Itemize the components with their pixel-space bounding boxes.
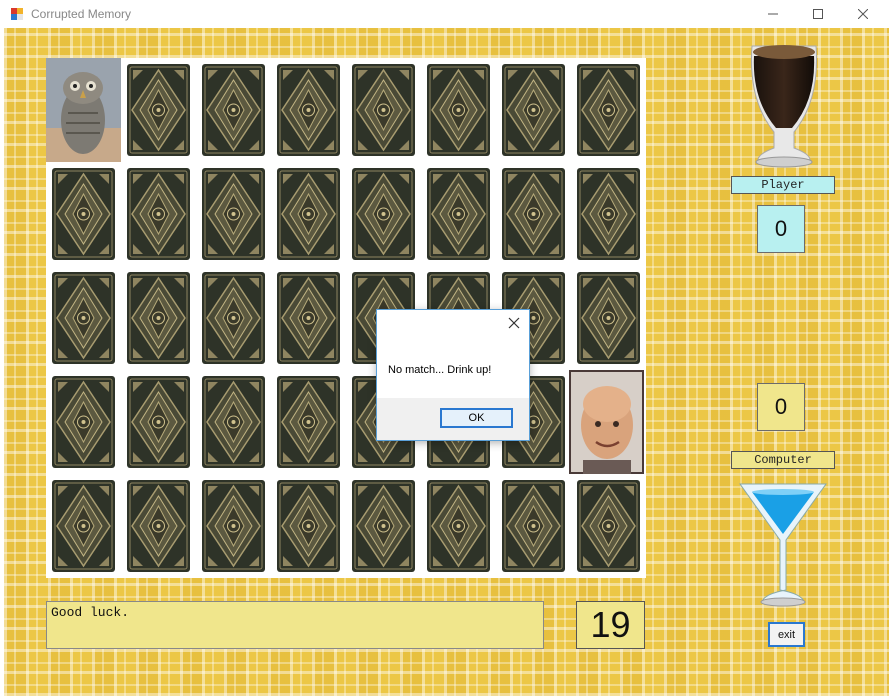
turn-counter: 19 — [576, 601, 645, 649]
card-back[interactable] — [123, 268, 194, 368]
card-back[interactable] — [273, 60, 344, 160]
card-back[interactable] — [348, 164, 419, 264]
dialog-close-button[interactable] — [507, 316, 521, 330]
card-back[interactable] — [198, 60, 269, 160]
card-back[interactable] — [498, 164, 569, 264]
card-back[interactable] — [48, 372, 119, 472]
card-back[interactable] — [48, 476, 119, 576]
window-title: Corrupted Memory — [31, 7, 132, 21]
close-icon — [508, 317, 520, 329]
card-back[interactable] — [273, 476, 344, 576]
card-back[interactable] — [348, 476, 419, 576]
player-label: Player — [731, 176, 835, 194]
card-back[interactable] — [573, 476, 644, 576]
card-back[interactable] — [48, 268, 119, 368]
card-face-owl-robot-portrait[interactable] — [46, 58, 121, 162]
card-back[interactable] — [123, 164, 194, 264]
message-dialog: No match... Drink up! OK — [376, 309, 530, 441]
card-back[interactable] — [123, 60, 194, 160]
card-back[interactable] — [423, 164, 494, 264]
card-back[interactable] — [498, 60, 569, 160]
card-back[interactable] — [198, 268, 269, 368]
card-back[interactable] — [348, 60, 419, 160]
card-back[interactable] — [123, 476, 194, 576]
card-back[interactable] — [198, 476, 269, 576]
dialog-footer: OK — [377, 398, 529, 440]
minimize-icon — [768, 13, 778, 15]
card-back[interactable] — [498, 476, 569, 576]
maximize-button[interactable] — [795, 0, 841, 28]
close-button[interactable] — [840, 0, 886, 28]
card-back[interactable] — [423, 60, 494, 160]
exit-button[interactable]: exit — [768, 622, 805, 647]
card-board — [46, 58, 646, 578]
status-message: Good luck. — [46, 601, 544, 649]
maximize-icon — [813, 9, 823, 19]
computer-label: Computer — [731, 451, 835, 469]
card-back[interactable] — [123, 372, 194, 472]
title-bar: Corrupted Memory — [0, 0, 889, 28]
card-back[interactable] — [423, 476, 494, 576]
card-back[interactable] — [273, 164, 344, 264]
player-score: 0 — [757, 205, 805, 253]
card-back[interactable] — [573, 164, 644, 264]
ok-button[interactable]: OK — [440, 408, 513, 428]
close-icon — [858, 9, 868, 19]
dark-beer-glass-icon — [751, 45, 817, 168]
blue-cocktail-glass-icon — [739, 483, 827, 607]
card-back[interactable] — [198, 372, 269, 472]
card-back[interactable] — [273, 372, 344, 472]
minimize-button[interactable] — [750, 0, 796, 28]
dialog-message: No match... Drink up! — [388, 364, 492, 376]
card-back[interactable] — [573, 60, 644, 160]
card-back[interactable] — [48, 164, 119, 264]
card-face-bald-man-portrait[interactable] — [569, 370, 644, 474]
card-back[interactable] — [273, 268, 344, 368]
app-icon — [10, 7, 24, 21]
card-back[interactable] — [198, 164, 269, 264]
card-back[interactable] — [573, 268, 644, 368]
computer-score: 0 — [757, 383, 805, 431]
